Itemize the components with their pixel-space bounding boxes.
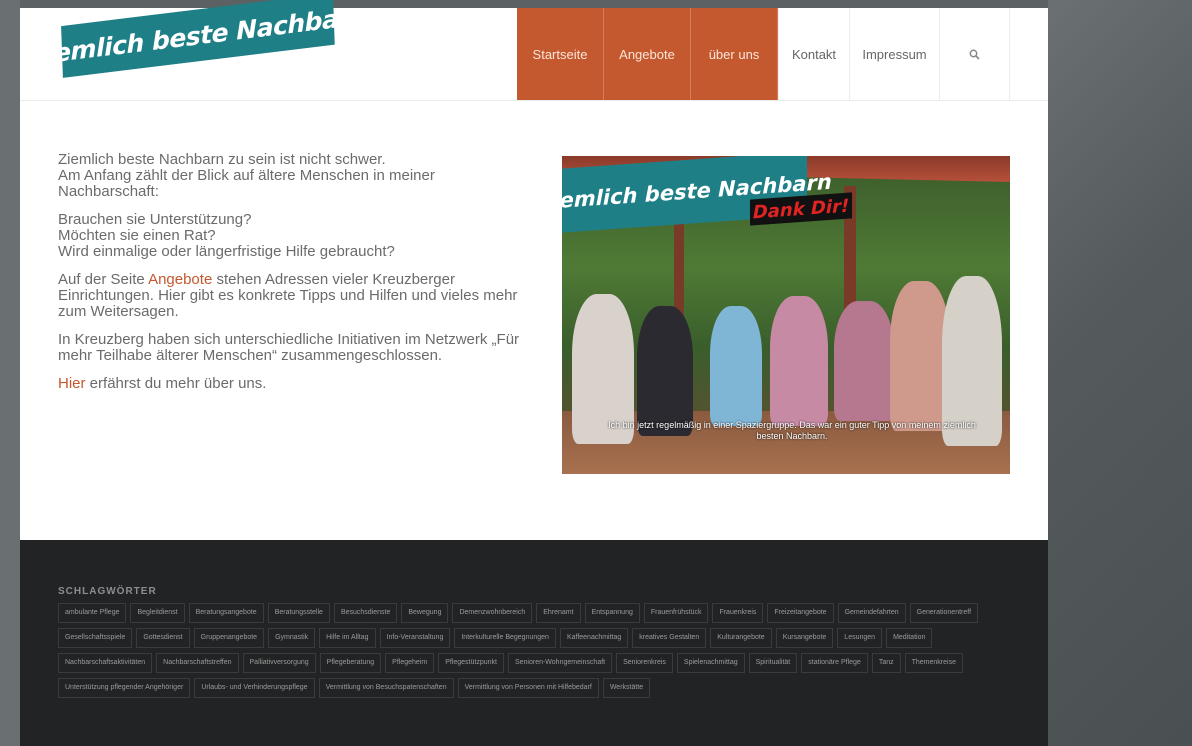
nav-item-impressum[interactable]: Impressum	[850, 8, 940, 100]
tag-link[interactable]: Meditation	[886, 628, 933, 648]
person	[834, 301, 894, 421]
site-header: Ziemlich beste Nachbarn Startseite Angeb…	[20, 0, 1048, 101]
p1-line2: Am Anfang zählt der Blick auf ältere Men…	[58, 167, 435, 200]
tag-link[interactable]: Vermittlung von Personen mit Hilfebedarf	[457, 678, 599, 698]
tag-link[interactable]: Frauenfrühstück	[643, 603, 709, 623]
tag-link[interactable]: Kursangebote	[775, 628, 834, 648]
tag-link[interactable]: Unterstützung pflegender Angehöriger	[58, 678, 191, 698]
hero-caption: Ich bin jetzt regelmäßig in einer Spazie…	[608, 420, 976, 441]
site-footer: SCHLAGWÖRTER ambulante Pflege Begleitdien…	[20, 540, 1048, 746]
tag-link[interactable]: Pflegeheim	[385, 653, 435, 673]
page: Ziemlich beste Nachbarn Startseite Angeb…	[20, 0, 1048, 746]
paragraph-5: Hier erfährst du mehr über uns.	[58, 376, 528, 392]
tag-link[interactable]: ambulante Pflege	[58, 603, 127, 623]
tag-link[interactable]: Nachbarschaftstreffen	[156, 653, 239, 673]
logo-text: Ziemlich beste Nachbarn	[27, 0, 368, 71]
intro-text: Ziemlich beste Nachbarn zu sein ist nich…	[58, 152, 528, 404]
person	[637, 306, 693, 436]
p2-line1: Brauchen sie Unterstützung?	[58, 211, 252, 228]
angebote-link[interactable]: Angebote	[148, 271, 212, 288]
tag-link[interactable]: Pflegestützpunkt	[438, 653, 504, 673]
tag-link[interactable]: Pflegeberatung	[319, 653, 382, 673]
tag-link[interactable]: kreatives Gestalten	[632, 628, 707, 648]
tag-link[interactable]: Spielenachmittag	[676, 653, 745, 673]
nav-item-ueber-uns[interactable]: über uns	[691, 8, 778, 100]
tag-link[interactable]: Nachbarschaftsaktivitäten	[58, 653, 153, 673]
tag-link[interactable]: stationäre Pflege	[801, 653, 868, 673]
nav-item-kontakt[interactable]: Kontakt	[778, 8, 850, 100]
background-right	[1048, 0, 1192, 746]
site-logo[interactable]: Ziemlich beste Nachbarn	[28, 0, 368, 78]
tag-link[interactable]: Entspannung	[584, 603, 640, 623]
tag-link[interactable]: Lesungen	[837, 628, 883, 648]
tag-link[interactable]: Kulturangebote	[710, 628, 772, 648]
p2-line2: Möchten sie einen Rat?	[58, 227, 216, 244]
hero-image: Ziemlich beste Nachbarn Dank Dir! Ich bi…	[562, 156, 1010, 474]
p3-before: Auf der Seite	[58, 271, 149, 288]
background-left	[0, 0, 20, 746]
tag-link[interactable]: Gymnastik	[268, 628, 316, 648]
paragraph-4: In Kreuzberg haben sich unterschiedliche…	[58, 331, 520, 364]
tag-link[interactable]: Frauenkreis	[712, 603, 764, 623]
paragraph-2: Brauchen sie Unterstützung? Möchten sie …	[58, 212, 528, 260]
p5-after: erfährst du mehr über uns.	[85, 375, 267, 392]
tag-link[interactable]: Palliativversorgung	[242, 653, 316, 673]
tag-link[interactable]: Beratungsstelle	[267, 603, 330, 623]
nav-item-angebote[interactable]: Angebote	[604, 8, 691, 100]
tag-link[interactable]: Vermittlung von Besuchspatenschaften	[318, 678, 454, 698]
p2-line3: Wird einmalige oder längerfristige Hilfe…	[58, 243, 395, 260]
tag-link[interactable]: Demenzwohnbereich	[452, 603, 533, 623]
tag-link[interactable]: Spiritualität	[748, 653, 798, 673]
nav-search-button[interactable]	[940, 8, 1010, 100]
tag-link[interactable]: Freizeitangebote	[767, 603, 834, 623]
person	[770, 296, 828, 426]
tag-link[interactable]: Themenkreise	[904, 653, 963, 673]
tag-link[interactable]: Bewegung	[401, 603, 449, 623]
tag-cloud: ambulante Pflege Begleitdienst Beratungsan…	[58, 603, 1018, 703]
person	[890, 281, 950, 431]
tags-heading: SCHLAGWÖRTER	[58, 586, 157, 597]
tag-link[interactable]: Senioren-Wohngemeinschaft	[507, 653, 613, 673]
search-icon	[969, 49, 980, 60]
paragraph-3: Auf der Seite Angebote stehen Adressen v…	[58, 272, 528, 320]
tag-link[interactable]: Interkulturelle Begegnungen	[454, 628, 556, 648]
tag-link[interactable]: Gottesdienst	[136, 628, 190, 648]
tag-link[interactable]: Info-Veranstaltung	[379, 628, 451, 648]
p1-line1: Ziemlich beste Nachbarn zu sein ist nich…	[58, 151, 386, 168]
tag-link[interactable]: Hilfe im Alltag	[319, 628, 376, 648]
tag-link[interactable]: Werkstätte	[602, 678, 651, 698]
tag-link[interactable]: Beratungsangebote	[188, 603, 264, 623]
person	[710, 306, 762, 426]
tag-link[interactable]: Ehrenamt	[536, 603, 581, 623]
tag-link[interactable]: Besuchsdienste	[333, 603, 398, 623]
nav-item-startseite[interactable]: Startseite	[517, 8, 604, 100]
main-nav: Startseite Angebote über uns Kontakt Imp…	[517, 8, 1010, 100]
hier-link[interactable]: Hier	[58, 375, 86, 392]
tag-link[interactable]: Seniorenkreis	[616, 653, 673, 673]
tag-link[interactable]: Tanz	[871, 653, 901, 673]
tag-link[interactable]: Gemeindefahrten	[837, 603, 906, 623]
tag-link[interactable]: Gesellschaftsspiele	[58, 628, 133, 648]
tag-link[interactable]: Gruppenangebote	[193, 628, 265, 648]
tag-link[interactable]: Generationentreff	[909, 603, 979, 623]
tag-link[interactable]: Kaffeenachmittag	[559, 628, 629, 648]
tag-link[interactable]: Urlaubs- und Verhinderungspflege	[194, 678, 315, 698]
hero-subtitle: Dank Dir!	[752, 195, 850, 223]
tag-link[interactable]: Begleitdienst	[130, 603, 185, 623]
paragraph-1: Ziemlich beste Nachbarn zu sein ist nich…	[58, 152, 528, 200]
